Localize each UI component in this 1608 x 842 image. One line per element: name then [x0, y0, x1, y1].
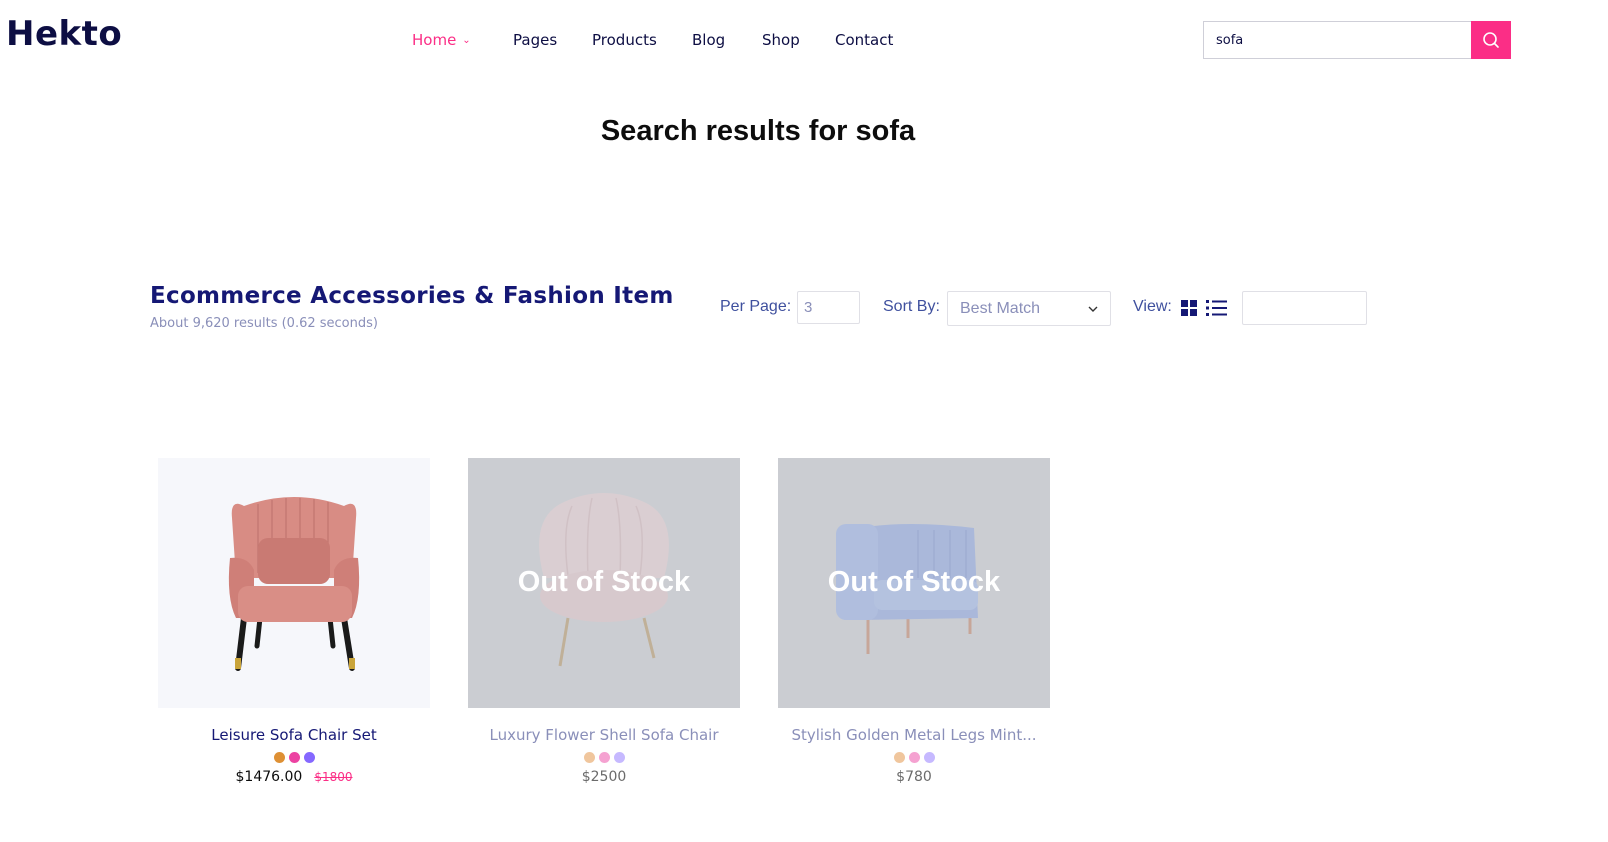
product-prices: $2500	[468, 769, 740, 785]
chevron-down-icon: ⌄	[462, 35, 471, 46]
product-image[interactable]: Out of Stock	[468, 458, 740, 708]
product-name[interactable]: Leisure Sofa Chair Set	[158, 726, 430, 744]
per-page-label: Per Page:	[720, 298, 792, 315]
search-bar	[1203, 21, 1511, 59]
color-swatch[interactable]	[583, 752, 595, 763]
color-swatch[interactable]	[598, 752, 610, 763]
product-name[interactable]: Luxury Flower Shell Sofa Chair	[468, 726, 740, 744]
logo[interactable]: Hekto	[6, 14, 122, 54]
product-price: $780	[896, 769, 932, 785]
product-card[interactable]: Out of Stock Stylish Golden Metal Legs M…	[778, 458, 1050, 785]
search-button[interactable]	[1471, 21, 1511, 59]
nav-item-contact[interactable]: Contact	[835, 31, 893, 49]
color-swatches	[158, 752, 430, 764]
product-prices: $780	[778, 769, 1050, 785]
sort-by-select[interactable]: Best Match	[947, 291, 1111, 326]
nav-item-home[interactable]: Home ⌄	[412, 31, 471, 49]
section-title: Ecommerce Accessories & Fashion Item	[150, 283, 674, 309]
sort-by-value: Best Match	[960, 299, 1041, 317]
per-page-input[interactable]	[797, 291, 860, 324]
list-view-icon[interactable]	[1206, 299, 1227, 317]
product-image[interactable]: Out of Stock	[778, 458, 1050, 708]
color-swatches	[778, 752, 1050, 764]
product-card[interactable]: Out of Stock Luxury Flower Shell Sofa Ch…	[468, 458, 740, 785]
view-label: View:	[1133, 298, 1172, 315]
page-title: Search results for sofa	[600, 115, 916, 147]
product-name[interactable]: Stylish Golden Metal Legs Mint...	[778, 726, 1050, 744]
filter-input[interactable]	[1242, 291, 1367, 325]
color-swatch[interactable]	[288, 752, 300, 763]
chevron-down-icon	[1088, 306, 1098, 312]
nav-item-products[interactable]: Products	[592, 31, 657, 49]
product-image[interactable]	[158, 458, 430, 708]
nav-item-blog[interactable]: Blog	[692, 31, 725, 49]
search-icon	[1483, 32, 1499, 48]
color-swatch[interactable]	[303, 752, 315, 763]
color-swatch[interactable]	[893, 752, 905, 763]
nav-item-label: Home	[412, 31, 457, 49]
color-swatches	[468, 752, 740, 764]
color-swatch[interactable]	[923, 752, 935, 763]
product-price: $1476.00	[235, 769, 303, 785]
product-old-price: $1800	[314, 770, 353, 784]
pink-armchair-image	[228, 497, 360, 671]
product-price: $2500	[581, 769, 627, 785]
search-input[interactable]	[1204, 22, 1472, 58]
nav-item-shop[interactable]: Shop	[762, 31, 800, 49]
grid-view-icon[interactable]	[1181, 300, 1197, 316]
product-card[interactable]: Leisure Sofa Chair Set $1476.00 $1800	[158, 458, 430, 785]
out-of-stock-label: Out of Stock	[827, 566, 1001, 598]
nav-item-pages[interactable]: Pages	[513, 31, 557, 49]
sort-by-label: Sort By:	[883, 298, 940, 315]
product-prices: $1476.00 $1800	[158, 769, 430, 785]
color-swatch[interactable]	[908, 752, 920, 763]
result-stats: About 9,620 results (0.62 seconds)	[150, 316, 378, 331]
out-of-stock-label: Out of Stock	[517, 566, 691, 598]
color-swatch[interactable]	[273, 752, 285, 763]
color-swatch[interactable]	[613, 752, 625, 763]
